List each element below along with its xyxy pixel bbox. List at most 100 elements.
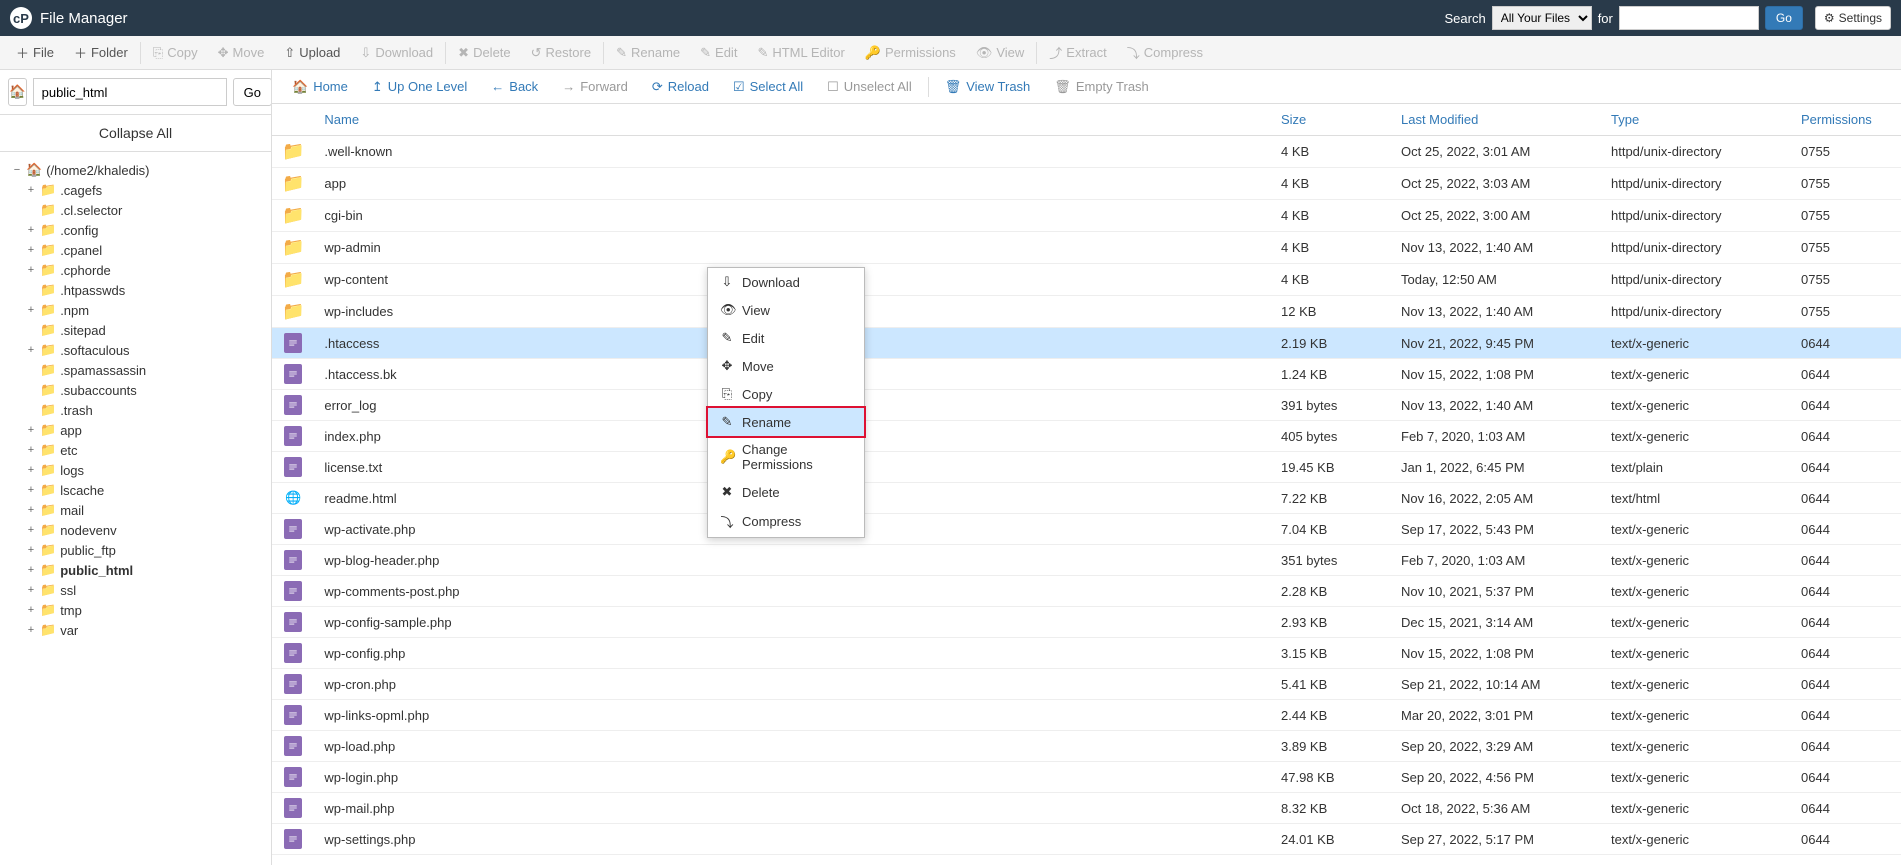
expand-icon[interactable]: + xyxy=(26,444,36,456)
empty-trash-action[interactable]: 🗑Empty Trash xyxy=(1042,79,1160,95)
table-row[interactable]: 🌐readme.html7.22 KBNov 16, 2022, 2:05 AM… xyxy=(272,483,1901,514)
table-row[interactable]: wp-login.php47.98 KBSep 20, 2022, 4:56 P… xyxy=(272,762,1901,793)
upload-button[interactable]: ⇧Upload xyxy=(274,36,350,69)
delete-button[interactable]: ✖Delete xyxy=(448,36,520,69)
table-row[interactable]: .htaccess.bk1.24 KBNov 15, 2022, 1:08 PM… xyxy=(272,359,1901,390)
tree-item[interactable]: +📁tmp xyxy=(26,600,263,620)
expand-icon[interactable] xyxy=(26,204,36,216)
expand-icon[interactable] xyxy=(26,364,36,376)
expand-icon[interactable]: + xyxy=(26,344,36,356)
table-row[interactable]: 📁wp-includes12 KBNov 13, 2022, 1:40 AMht… xyxy=(272,296,1901,328)
ctx-compress[interactable]: ⤵Compress xyxy=(708,506,864,537)
expand-icon[interactable]: + xyxy=(26,304,36,316)
folder-button[interactable]: ＋Folder xyxy=(64,36,138,69)
expand-icon[interactable]: + xyxy=(26,504,36,516)
forward-action[interactable]: →Forward xyxy=(550,79,640,94)
table-row[interactable]: 📁.well-known4 KBOct 25, 2022, 3:01 AMhtt… xyxy=(272,136,1901,168)
view-trash-action[interactable]: 🗑View Trash xyxy=(933,79,1043,95)
table-row[interactable]: error_log391 bytesNov 13, 2022, 1:40 AMt… xyxy=(272,390,1901,421)
tree-item-label[interactable]: .spamassassin xyxy=(60,363,146,378)
expand-icon[interactable] xyxy=(26,384,36,396)
search-input[interactable] xyxy=(1619,6,1759,30)
table-row[interactable]: wp-config.php3.15 KBNov 15, 2022, 1:08 P… xyxy=(272,638,1901,669)
expand-icon[interactable]: + xyxy=(26,264,36,276)
expand-icon[interactable] xyxy=(26,284,36,296)
expand-icon[interactable]: + xyxy=(26,604,36,616)
ctx-view[interactable]: 👁View xyxy=(708,296,864,324)
table-row[interactable]: wp-activate.php7.04 KBSep 17, 2022, 5:43… xyxy=(272,514,1901,545)
expand-icon[interactable] xyxy=(26,324,36,336)
table-row[interactable]: 📁wp-content4 KBToday, 12:50 AMhttpd/unix… xyxy=(272,264,1901,296)
table-row[interactable]: wp-config-sample.php2.93 KBDec 15, 2021,… xyxy=(272,607,1901,638)
tree-item-label[interactable]: .softaculous xyxy=(60,343,129,358)
tree-item-label[interactable]: etc xyxy=(60,443,77,458)
rename-button[interactable]: ✎Rename xyxy=(606,36,690,69)
expand-icon[interactable]: + xyxy=(26,424,36,436)
tree-item[interactable]: +📁.softaculous xyxy=(26,340,263,360)
expand-icon[interactable]: + xyxy=(26,184,36,196)
table-row[interactable]: wp-links-opml.php2.44 KBMar 20, 2022, 3:… xyxy=(272,700,1901,731)
tree-item[interactable]: +📁public_ftp xyxy=(26,540,263,560)
expand-icon[interactable]: + xyxy=(26,624,36,636)
tree-item[interactable]: +📁.cphorde xyxy=(26,260,263,280)
expand-icon[interactable]: + xyxy=(26,544,36,556)
ctx-delete[interactable]: ✖Delete xyxy=(708,478,864,506)
path-go-button[interactable]: Go xyxy=(233,78,272,106)
collapse-icon[interactable]: − xyxy=(12,164,22,176)
tree-item[interactable]: 📁.spamassassin xyxy=(26,360,263,380)
tree-item[interactable]: +📁etc xyxy=(26,440,263,460)
table-row[interactable]: index.php405 bytesFeb 7, 2020, 1:03 AMte… xyxy=(272,421,1901,452)
ctx-rename[interactable]: ✎Rename xyxy=(706,406,866,438)
settings-button[interactable]: ⚙ Settings xyxy=(1815,6,1891,30)
download-button[interactable]: ⇩Download xyxy=(350,36,443,69)
expand-icon[interactable]: + xyxy=(26,584,36,596)
tree-item-label[interactable]: mail xyxy=(60,503,84,518)
tree-item[interactable]: +📁lscache xyxy=(26,480,263,500)
expand-icon[interactable]: + xyxy=(26,564,36,576)
tree-root[interactable]: − 🏠 (/home2/khaledis) xyxy=(12,160,263,180)
table-row[interactable]: wp-load.php3.89 KBSep 20, 2022, 3:29 AMt… xyxy=(272,731,1901,762)
home-action[interactable]: 🏠Home xyxy=(280,79,360,95)
table-row[interactable]: .htaccess2.19 KBNov 21, 2022, 9:45 PMtex… xyxy=(272,328,1901,359)
copy-button[interactable]: ⎘Copy xyxy=(143,36,208,69)
table-row[interactable]: 📁cgi-bin4 KBOct 25, 2022, 3:00 AMhttpd/u… xyxy=(272,200,1901,232)
tree-item[interactable]: +📁logs xyxy=(26,460,263,480)
tree-item[interactable]: +📁nodevenv xyxy=(26,520,263,540)
file-button[interactable]: ＋File xyxy=(6,36,64,69)
html-editor-button[interactable]: ✎HTML Editor xyxy=(747,36,854,69)
table-row[interactable]: license.txt19.45 KBJan 1, 2022, 6:45 PMt… xyxy=(272,452,1901,483)
tree-root-label[interactable]: (/home2/khaledis) xyxy=(46,163,149,178)
edit-button[interactable]: ✎Edit xyxy=(690,36,747,69)
tree-item-label[interactable]: nodevenv xyxy=(60,523,116,538)
search-scope-select[interactable]: All Your Files xyxy=(1492,6,1592,30)
tree-item-label[interactable]: .sitepad xyxy=(60,323,106,338)
ctx-download[interactable]: ⇩Download xyxy=(708,268,864,296)
table-row[interactable]: wp-cron.php5.41 KBSep 21, 2022, 10:14 AM… xyxy=(272,669,1901,700)
tree-item[interactable]: 📁.subaccounts xyxy=(26,380,263,400)
view-button[interactable]: 👁View xyxy=(966,36,1034,69)
table-row[interactable]: wp-settings.php24.01 KBSep 27, 2022, 5:1… xyxy=(272,824,1901,855)
restore-button[interactable]: ↺Restore xyxy=(521,36,601,69)
col-type[interactable]: Type xyxy=(1601,104,1791,136)
table-row[interactable]: wp-comments-post.php2.28 KBNov 10, 2021,… xyxy=(272,576,1901,607)
compress-button[interactable]: ⤵Compress xyxy=(1117,36,1213,69)
tree-item[interactable]: +📁.cpanel xyxy=(26,240,263,260)
ctx-copy[interactable]: ⎘Copy xyxy=(708,380,864,408)
tree-item[interactable]: 📁.htpasswds xyxy=(26,280,263,300)
tree-item-label[interactable]: var xyxy=(60,623,78,638)
tree-item-label[interactable]: .htpasswds xyxy=(60,283,125,298)
expand-icon[interactable]: + xyxy=(26,224,36,236)
tree-item[interactable]: +📁public_html xyxy=(26,560,263,580)
col-permissions[interactable]: Permissions xyxy=(1791,104,1901,136)
extract-button[interactable]: ⤴Extract xyxy=(1039,36,1116,69)
tree-item-label[interactable]: .config xyxy=(60,223,98,238)
expand-icon[interactable]: + xyxy=(26,484,36,496)
tree-item[interactable]: +📁.npm xyxy=(26,300,263,320)
expand-icon[interactable]: + xyxy=(26,244,36,256)
expand-icon[interactable] xyxy=(26,404,36,416)
tree-item[interactable]: +📁ssl xyxy=(26,580,263,600)
tree-item-label[interactable]: public_html xyxy=(60,563,133,578)
tree-item[interactable]: +📁mail xyxy=(26,500,263,520)
tree-item-label[interactable]: tmp xyxy=(60,603,82,618)
ctx-move[interactable]: ✥Move xyxy=(708,352,864,380)
